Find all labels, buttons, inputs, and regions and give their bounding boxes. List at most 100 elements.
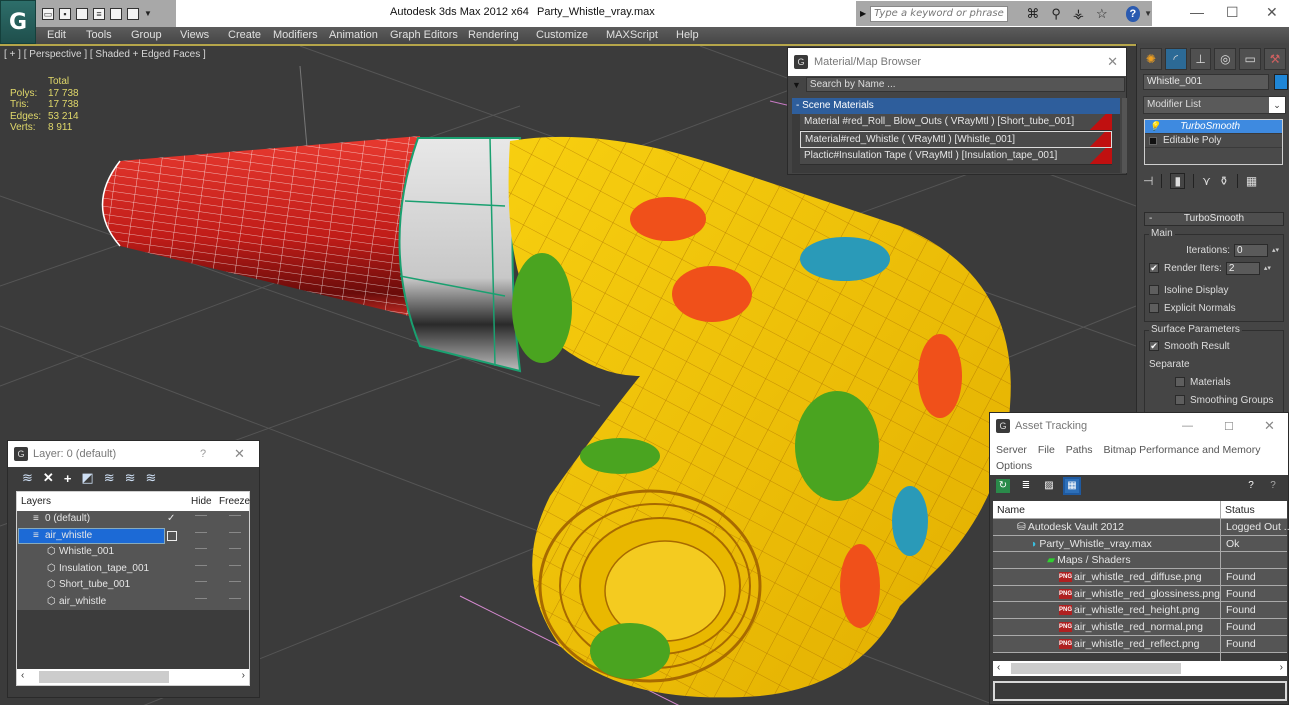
- freeze-all-icon[interactable]: ≋: [146, 470, 157, 486]
- freeze-toggle[interactable]: [229, 548, 241, 549]
- freeze-toggle[interactable]: [229, 531, 241, 533]
- binoculars-icon[interactable]: ⌘: [1026, 6, 1039, 22]
- spinner-arrows-icon[interactable]: ▴▾: [1264, 264, 1271, 272]
- menu-edit[interactable]: Edit: [47, 29, 66, 41]
- favorites-star-icon[interactable]: ☆: [1096, 6, 1108, 22]
- material-search-input[interactable]: Search by Name ...: [805, 77, 1125, 92]
- hide-toggle[interactable]: [195, 597, 207, 599]
- satellite-icon[interactable]: ⚶: [1073, 6, 1084, 22]
- scroll-left-icon[interactable]: ‹: [21, 670, 24, 681]
- explicit-normals-checkbox[interactable]: [1149, 303, 1159, 313]
- horizontal-scrollbar[interactable]: ‹ ›: [993, 661, 1287, 676]
- minimize-button[interactable]: —: [1190, 4, 1204, 20]
- display-tab-icon[interactable]: ▭: [1239, 48, 1262, 70]
- bulb-icon[interactable]: 💡: [1149, 121, 1160, 132]
- thumbnail-view-icon[interactable]: ▨: [1042, 479, 1056, 493]
- help-button[interactable]: ?: [200, 448, 206, 460]
- layer-dialog-titlebar[interactable]: G Layer: 0 (default) ? ✕: [8, 441, 259, 467]
- object-row[interactable]: ⬡ air_whistle: [17, 593, 249, 610]
- menu-views[interactable]: Views: [180, 29, 209, 41]
- menu-options[interactable]: Options: [996, 460, 1032, 472]
- scrollbar-thumb[interactable]: [39, 671, 169, 683]
- select-objects-icon[interactable]: ◩: [81, 470, 93, 486]
- hide-toggle[interactable]: [195, 564, 207, 566]
- freeze-toggle[interactable]: [229, 581, 241, 582]
- add-to-layer-icon[interactable]: +: [64, 471, 72, 486]
- key-icon[interactable]: ⚲: [1051, 6, 1061, 22]
- render-iters-checkbox[interactable]: ✔: [1149, 263, 1159, 273]
- app-logo-button[interactable]: G: [0, 0, 36, 44]
- horizontal-scrollbar[interactable]: ‹ ›: [17, 669, 249, 685]
- scroll-right-icon[interactable]: ›: [242, 670, 245, 681]
- asset-row[interactable]: ◗ Party_Whistle_vray.max Ok: [993, 535, 1287, 553]
- maximize-button[interactable]: ☐: [1224, 420, 1234, 433]
- hide-toggle[interactable]: [195, 548, 207, 549]
- make-unique-icon[interactable]: ⋎: [1202, 174, 1211, 188]
- asset-row[interactable]: PNG air_whistle_red_normal.png Found: [993, 619, 1287, 636]
- spinner-arrows-icon[interactable]: ▴▾: [1272, 246, 1279, 254]
- close-button[interactable]: ✕: [1266, 4, 1278, 21]
- menu-create[interactable]: Create: [228, 29, 261, 41]
- separate-materials-checkbox[interactable]: [1175, 377, 1185, 387]
- scroll-left-icon[interactable]: ‹: [997, 662, 1000, 673]
- scrollbar-thumb[interactable]: [1011, 663, 1181, 674]
- help-icon[interactable]: ?: [1125, 5, 1141, 22]
- column-freeze[interactable]: Freeze: [219, 496, 250, 507]
- menu-group[interactable]: Group: [131, 29, 162, 41]
- new-icon[interactable]: [76, 7, 88, 20]
- highlight-layer-icon[interactable]: ≋: [104, 470, 115, 486]
- menu-server[interactable]: Server: [996, 444, 1027, 456]
- hide-toggle[interactable]: [195, 581, 207, 582]
- menu-maxscript[interactable]: MAXScript: [606, 29, 658, 41]
- freeze-toggle[interactable]: [229, 564, 241, 566]
- isoline-display-checkbox[interactable]: [1149, 285, 1159, 295]
- close-button[interactable]: ✕: [234, 446, 245, 462]
- column-status[interactable]: Status: [1225, 504, 1255, 516]
- open-icon[interactable]: ▭: [42, 7, 54, 20]
- asset-row[interactable]: PNG air_whistle_red_height.png Found: [993, 602, 1287, 620]
- keyword-search-input[interactable]: Type a keyword or phrase: [870, 5, 1009, 22]
- menu-tools[interactable]: Tools: [86, 29, 112, 41]
- close-button[interactable]: ✕: [1264, 418, 1275, 434]
- options-menu-icon[interactable]: ▼: [792, 80, 801, 90]
- column-layers[interactable]: Layers: [21, 496, 51, 507]
- object-name-field[interactable]: Whistle_001: [1143, 74, 1269, 90]
- menu-modifiers[interactable]: Modifiers: [273, 29, 318, 41]
- motion-tab-icon[interactable]: ◎: [1214, 48, 1237, 70]
- qat-dropdown-icon[interactable]: ▼: [144, 9, 152, 18]
- list-view-icon[interactable]: ≣: [1019, 479, 1033, 493]
- layer-row[interactable]: ≡ 0 (default) ✓: [17, 511, 249, 528]
- show-end-result-icon[interactable]: ▮: [1170, 173, 1186, 189]
- pin-stack-icon[interactable]: ⊣: [1143, 174, 1153, 188]
- modifier-list-dropdown[interactable]: Modifier List ⌄: [1143, 96, 1286, 114]
- menu-paths[interactable]: Paths: [1066, 444, 1093, 456]
- configure-sets-icon[interactable]: ▦: [1246, 174, 1257, 188]
- material-list-scrollbar[interactable]: [1122, 98, 1127, 173]
- save-icon[interactable]: ▪: [59, 7, 71, 20]
- menu-bitmap-performance[interactable]: Bitmap Performance and Memory: [1103, 444, 1260, 456]
- object-row[interactable]: ⬡ Insulation_tape_001: [17, 560, 249, 577]
- redo-icon[interactable]: [127, 7, 139, 20]
- modify-tab-icon[interactable]: ◜: [1164, 48, 1187, 70]
- maximize-button[interactable]: ☐: [1226, 4, 1239, 21]
- object-row[interactable]: ⬡ Whistle_001: [17, 544, 249, 561]
- menu-file[interactable]: File: [1038, 444, 1055, 456]
- stack-item-editable-poly[interactable]: Editable Poly: [1145, 134, 1282, 148]
- smooth-result-checkbox[interactable]: ✔: [1149, 341, 1159, 351]
- separate-smoothing-groups-checkbox[interactable]: [1175, 395, 1185, 405]
- whistle-object[interactable]: [508, 136, 1011, 698]
- asset-tracking-titlebar[interactable]: G Asset Tracking — ☐ ✕: [990, 413, 1288, 439]
- asset-row[interactable]: PNG air_whistle_red_diffuse.png Found: [993, 569, 1287, 586]
- current-layer-check-icon[interactable]: ✓: [167, 513, 175, 524]
- hide-toggle[interactable]: [195, 515, 207, 516]
- menu-animation[interactable]: Animation: [329, 29, 378, 41]
- material-item[interactable]: Material #red_Roll_ Blow_Outs ( VRayMtl …: [800, 114, 1112, 131]
- new-layer-icon[interactable]: ≋: [22, 470, 33, 486]
- menu-graph-editors[interactable]: Graph Editors: [390, 29, 458, 41]
- freeze-toggle[interactable]: [229, 515, 241, 516]
- set-current-checkbox[interactable]: [167, 530, 177, 541]
- menu-rendering[interactable]: Rendering: [468, 29, 519, 41]
- close-icon[interactable]: ✕: [1107, 54, 1118, 70]
- scene-materials-group[interactable]: - Scene Materials: [792, 98, 1120, 114]
- layer-row[interactable]: ≡ air_whistle: [17, 527, 249, 544]
